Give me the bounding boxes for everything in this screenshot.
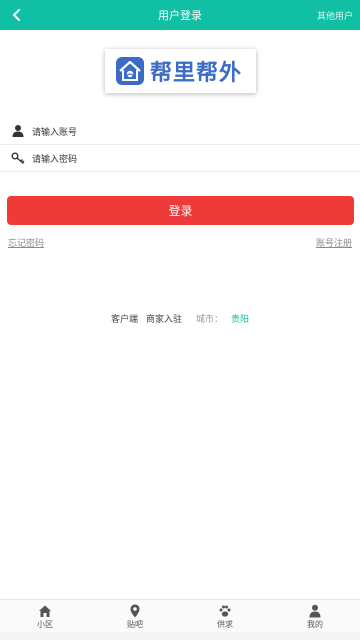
account-input-placeholder: 请输入账号 [32, 127, 78, 138]
login-button[interactable]: 登录 [7, 196, 354, 225]
tab-community[interactable]: 小区 [0, 600, 90, 632]
brand-name: 帮里帮外 [150, 61, 243, 86]
paw-icon [219, 605, 231, 617]
key-icon [11, 152, 25, 165]
brand-logo: 帮里帮外 [105, 49, 256, 93]
person-icon [309, 604, 321, 618]
tab-label: 贴吧 [127, 620, 143, 629]
page-title: 用户登录 [158, 9, 202, 22]
tab-label: 小区 [37, 620, 53, 629]
password-input-placeholder: 请输入密码 [32, 154, 78, 165]
merchant-join-link[interactable]: 商家入驻 [146, 312, 182, 325]
password-field[interactable]: 请输入密码 [0, 145, 360, 172]
forgot-password-link[interactable]: 忘记密码 [8, 236, 44, 249]
user-icon [12, 125, 24, 137]
top-bar: 用户登录 其他用户 [0, 0, 360, 30]
footer-links: 客户端 商家入驻 城市： 贵阳 [0, 312, 360, 325]
house-handshake-icon [116, 57, 144, 85]
chevron-left-icon [13, 9, 20, 21]
account-field[interactable]: 请输入账号 [0, 118, 360, 145]
other-users-link[interactable]: 其他用户 [317, 9, 353, 22]
home-icon [39, 605, 51, 617]
bottom-edge [0, 632, 360, 640]
tab-mine[interactable]: 我的 [270, 600, 360, 632]
back-button[interactable] [8, 6, 26, 24]
bottom-tab-bar: 小区 贴吧 供求 我的 [0, 599, 360, 632]
tab-forum[interactable]: 贴吧 [90, 600, 180, 632]
register-link[interactable]: 账号注册 [316, 236, 352, 249]
location-pin-icon [130, 604, 140, 618]
tab-label: 供求 [217, 620, 233, 629]
tab-supply-demand[interactable]: 供求 [180, 600, 270, 632]
tab-label: 我的 [307, 620, 323, 629]
city-selector[interactable]: 贵阳 [231, 312, 249, 325]
city-label: 城市： [196, 314, 224, 325]
client-link[interactable]: 客户端 [111, 312, 138, 325]
